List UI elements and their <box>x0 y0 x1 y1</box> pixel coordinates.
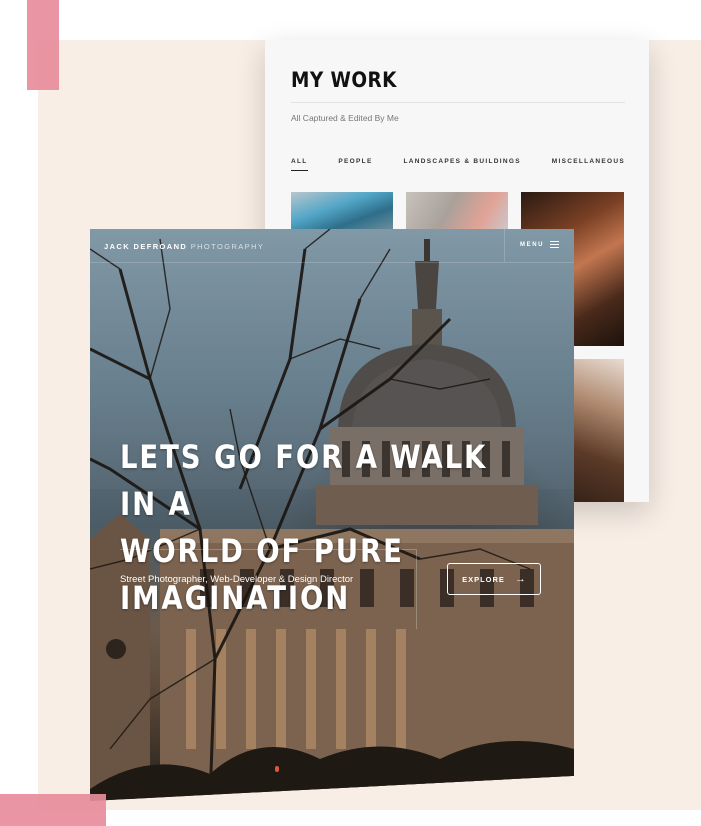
headline-line-1: LETS GO FOR A WALK IN A <box>120 438 488 523</box>
title-divider <box>291 102 625 103</box>
decorative-dot <box>275 766 279 772</box>
explore-label: EXPLORE <box>462 574 505 584</box>
menu-label: MENU <box>520 241 545 248</box>
decorative-pink-block-top <box>27 0 59 90</box>
filter-tabs: ALL PEOPLE LANDSCAPES & BUILDINGS MISCEL… <box>291 158 625 171</box>
tab-all[interactable]: ALL <box>291 158 308 171</box>
explore-button[interactable]: EXPLORE → <box>447 563 541 595</box>
hero-vertical-divider <box>416 549 417 629</box>
arrow-right-icon: → <box>514 572 526 585</box>
menu-button[interactable]: MENU <box>520 241 560 248</box>
hero-navbar: JACK DEFROAND PHOTOGRAPHY MENU <box>90 229 574 263</box>
nav-divider <box>504 229 505 262</box>
hero-headline: LETS GO FOR A WALK IN A WORLD OF PURE IM… <box>120 434 498 622</box>
portfolio-subtitle: All Captured & Edited By Me <box>291 113 399 123</box>
hero-divider <box>120 549 416 550</box>
brand-name: JACK DEFROAND <box>104 242 188 251</box>
tab-landscapes-buildings[interactable]: LANDSCAPES & BUILDINGS <box>403 158 520 171</box>
tab-miscellaneous[interactable]: MISCELLANEOUS <box>552 158 625 171</box>
decorative-pink-block-bottom <box>0 794 106 826</box>
hero-tagline: Street Photographer, Web-Developer & Des… <box>120 574 354 585</box>
brand-tagline: PHOTOGRAPHY <box>190 242 265 251</box>
portfolio-title: MY WORK <box>291 68 397 92</box>
hamburger-icon <box>550 241 560 248</box>
hero-section: JACK DEFROAND PHOTOGRAPHY MENU LETS GO F… <box>90 229 574 801</box>
brand-logo[interactable]: JACK DEFROAND PHOTOGRAPHY <box>104 242 264 251</box>
tab-people[interactable]: PEOPLE <box>338 158 372 171</box>
